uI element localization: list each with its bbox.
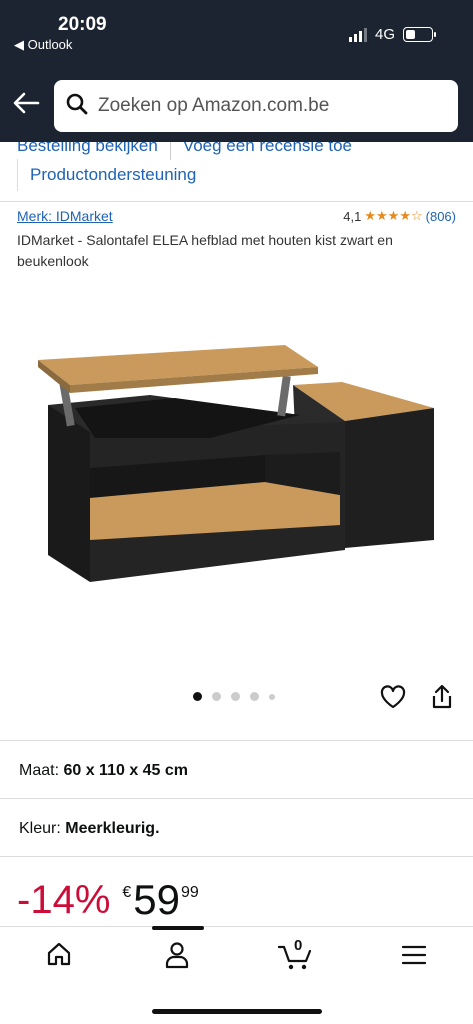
size-attribute[interactable]: Maat: 60 x 110 x 45 cm — [19, 762, 188, 780]
size-value: 60 x 110 x 45 cm — [63, 762, 189, 779]
brand-link[interactable]: Merk: IDMarket — [17, 208, 113, 224]
cart-button[interactable]: 0 — [277, 937, 314, 976]
divider — [0, 798, 473, 799]
heart-icon[interactable] — [380, 685, 406, 714]
color-value: Meerkleurig. — [65, 820, 160, 837]
price-fraction: 99 — [181, 884, 199, 901]
color-label: Kleur: — [19, 820, 61, 837]
color-attribute[interactable]: Kleur: Meerkleurig. — [19, 820, 160, 838]
share-icon[interactable] — [430, 684, 454, 715]
back-to-app-link[interactable]: ◀ Outlook — [14, 37, 72, 53]
status-time: 20:09 — [58, 14, 107, 35]
back-arrow-icon[interactable] — [12, 92, 40, 119]
carousel-dot[interactable] — [231, 692, 240, 701]
carousel-dot[interactable] — [193, 692, 202, 701]
search-input[interactable]: Zoeken op Amazon.com.be — [54, 80, 458, 132]
network-type: 4G — [374, 26, 395, 43]
menu-icon[interactable] — [401, 945, 427, 970]
home-indicator[interactable] — [152, 1009, 322, 1014]
divider — [0, 856, 473, 857]
product-image[interactable] — [0, 290, 473, 670]
divider — [0, 740, 473, 741]
account-icon[interactable] — [164, 941, 190, 974]
carousel-dot[interactable] — [250, 692, 259, 701]
price-currency: € — [122, 884, 132, 901]
support-divider — [17, 159, 18, 191]
order-links: Bestelling bekijken Voeg een recensie to… — [0, 142, 473, 202]
battery-icon — [403, 27, 436, 42]
review-count[interactable]: (806) — [426, 209, 456, 224]
cart-count: 0 — [294, 937, 303, 954]
bottom-navigation: 0 — [0, 926, 473, 1024]
view-order-link[interactable]: Bestelling bekijken — [17, 142, 158, 160]
link-separator — [169, 142, 171, 160]
rating-summary[interactable]: 4,1 ★★★★☆ (806) — [343, 208, 456, 224]
status-indicators: 4G — [348, 26, 436, 43]
carousel-dot[interactable] — [212, 692, 221, 701]
add-review-link[interactable]: Voeg een recensie toe — [183, 142, 352, 160]
price-block: -14% € 59 99 — [17, 876, 199, 924]
product-support-link[interactable]: Productondersteuning — [30, 165, 196, 185]
rating-value: 4,1 — [343, 208, 362, 224]
product-title: IDMarket - Salontafel ELEA hefblad met h… — [17, 232, 393, 269]
active-tab-indicator — [152, 926, 204, 930]
image-carousel-dots[interactable] — [193, 692, 275, 701]
discount-percentage: -14% — [17, 878, 111, 922]
size-label: Maat: — [19, 762, 60, 779]
home-icon[interactable] — [46, 941, 72, 972]
search-icon — [66, 93, 88, 120]
carousel-dot[interactable] — [269, 693, 275, 700]
search-placeholder: Zoeken op Amazon.com.be — [98, 95, 330, 116]
app-header: 20:09 ◀ Outlook 4G Zoeken op Amazon.com.… — [0, 0, 473, 142]
signal-icon — [348, 27, 367, 42]
brand-rating-row: Merk: IDMarket 4,1 ★★★★☆ (806) — [17, 208, 456, 224]
star-rating-icon: ★★★★☆ — [364, 208, 423, 223]
price-whole: 59 — [133, 876, 181, 923]
